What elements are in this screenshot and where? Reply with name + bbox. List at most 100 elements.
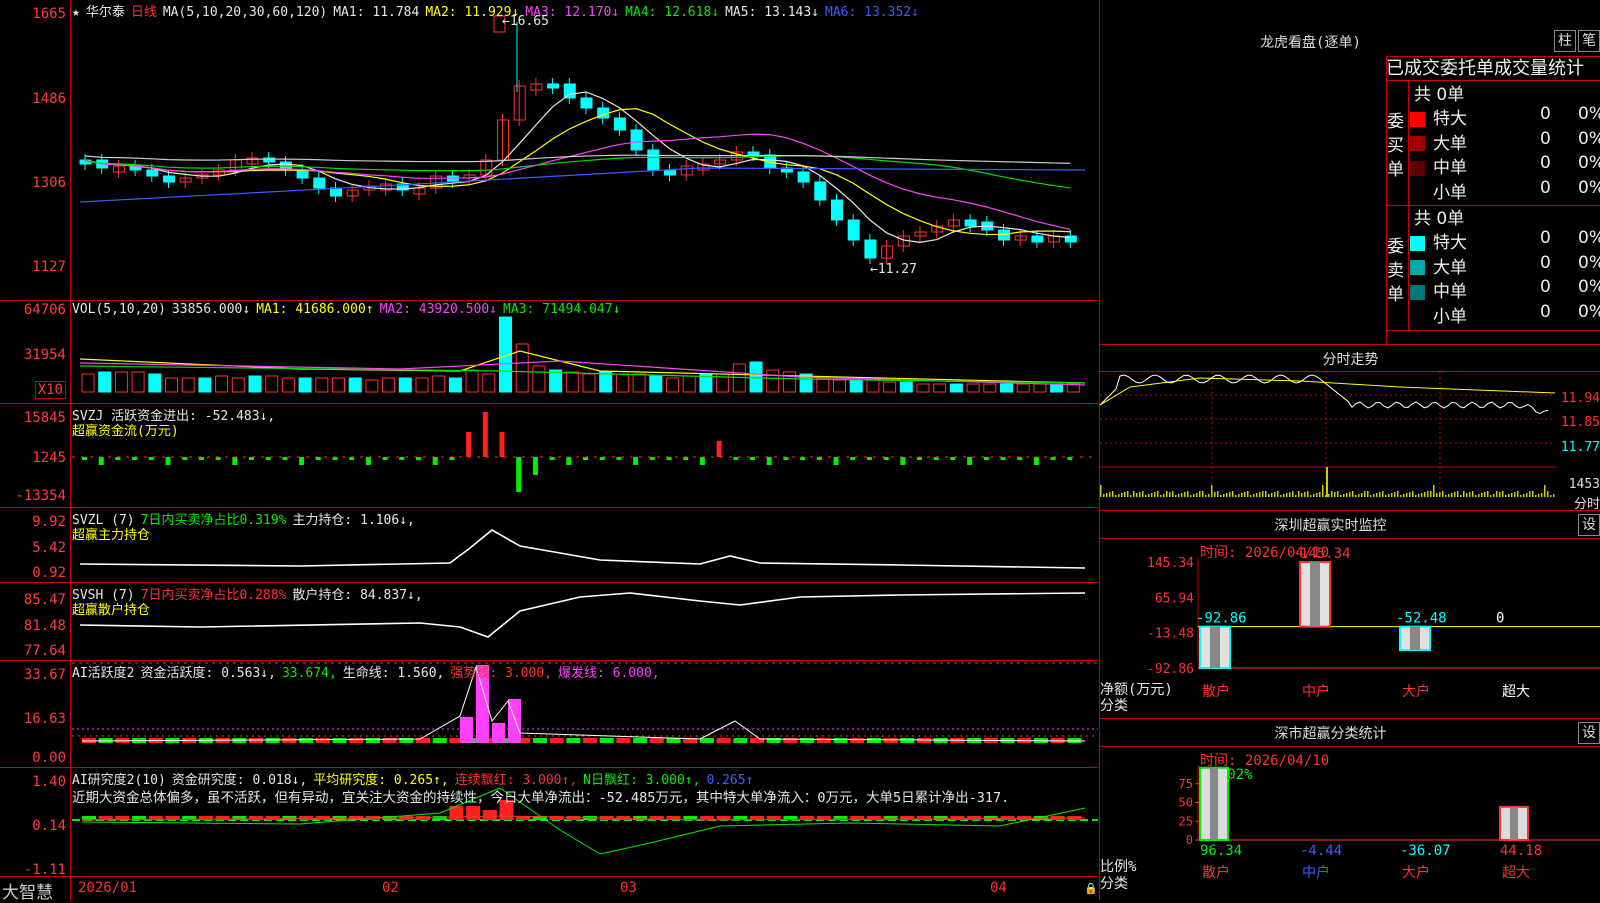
activity-bar — [850, 738, 865, 743]
intraday-vol-bar — [1454, 492, 1456, 497]
bar-mode-button[interactable]: 柱 — [1554, 30, 1576, 52]
sell-label: 中单 — [1433, 282, 1467, 302]
kline-panel[interactable]: 1665 1486 1306 1127 ★ 华尔泰 日线 MA(5,10,20,30,… — [0, 0, 1098, 301]
sz-monitor-panel[interactable]: 深圳超赢实时监控 设 时间: 2026/04/10 145.34 65.94 -13… — [1099, 511, 1600, 719]
intraday-vol-bar — [1274, 492, 1276, 497]
sell-label: 大单 — [1433, 257, 1467, 278]
intraday-vol-bar — [1121, 493, 1123, 497]
sz-value-label: -52.48 — [1396, 611, 1447, 627]
y-tick-label: 0 — [1186, 833, 1193, 847]
intraday-vol-tick: 1453 — [1568, 477, 1600, 492]
vol-params: VOL(5,10,20) — [72, 302, 166, 317]
activity-bar — [566, 738, 581, 743]
intraday-vol-bar — [1526, 493, 1528, 497]
svzl-panel[interactable]: 9.92 5.42 0.92 SVZL (7) 7日内买卖净占比0.319% 主力持… — [0, 508, 1098, 583]
flow-bar — [733, 457, 739, 460]
intraday-vol-bar — [1169, 492, 1171, 497]
sell-row: 中单 0 0% — [1410, 277, 1600, 302]
intraday-vol-bar — [1115, 495, 1117, 497]
research-bar — [967, 816, 982, 820]
volume-bar — [198, 377, 212, 393]
activity-bar — [800, 738, 815, 743]
ai-commentary: 近期大资金总体偏多，虽不活跃，但有异动，宜关注大资金的持续性，今日大单净流出：-… — [72, 790, 1010, 806]
buy-count: 0 — [1540, 104, 1551, 124]
tick-mode-button[interactable]: 笔 — [1578, 30, 1600, 52]
activity-bar — [332, 738, 347, 743]
intraday-vol-bar — [1403, 494, 1405, 497]
sz-class-chart[interactable]: 75 50 25 0 96.34 散户 -4.44 中户 -36.07 大户 44.18 超大 — [1100, 719, 1600, 900]
candle-body — [964, 219, 977, 227]
intraday-vol-bar — [1358, 494, 1360, 497]
candle-body — [664, 169, 676, 176]
intraday-vol-bar — [1142, 491, 1144, 497]
sz-class-panel[interactable]: 深市超赢分类统计 设 时间: 2026/04/10 -0.02% 7550250… — [1099, 719, 1600, 900]
intraday-vol-bar — [1445, 495, 1447, 497]
flow-bar — [566, 457, 572, 465]
volume-bar — [1000, 383, 1013, 393]
svzj-subtitle: 超赢资金流(万元) — [72, 424, 179, 439]
volume-bar — [482, 373, 496, 393]
intraday-vol-bar — [1130, 495, 1132, 497]
ai-research-panel[interactable]: 1.40 0.14 -1.11 AI研究度2(10) 资金研究度: 0.018↓,… — [0, 768, 1098, 878]
dragon-tiger-title: 龙虎看盘(逐单) — [1260, 35, 1361, 51]
volume-bar — [1016, 383, 1030, 393]
intraday-vol-bar — [1205, 495, 1207, 497]
flow-bar — [382, 457, 388, 460]
class-value-label: 44.18 — [1500, 843, 1542, 859]
volume-panel[interactable]: 64706 31954 X10 VOL(5,10,20) 33856.000↓ MA… — [0, 301, 1098, 404]
intraday-vol-bar — [1469, 492, 1471, 497]
volume-bar — [348, 377, 362, 393]
candle-body — [647, 149, 660, 171]
buy-swatch — [1410, 185, 1425, 200]
intraday-vol-bar — [1514, 492, 1516, 497]
sz-value-label: 145.34 — [1300, 546, 1351, 562]
sz-value-label: -92.86 — [1196, 611, 1247, 627]
svsh-panel[interactable]: 85.47 81.48 77.64 SVSH (7) 7日内买卖净占比0.288%… — [0, 583, 1098, 661]
intraday-vol-bar — [1349, 492, 1351, 497]
intraday-vol-bar — [1331, 491, 1333, 497]
period-label[interactable]: 日线 — [131, 5, 157, 20]
intraday-vol-bar — [1316, 493, 1318, 497]
sell-pct: 0% — [1578, 277, 1600, 297]
volume-bar — [315, 377, 329, 393]
volume-bar — [448, 377, 462, 393]
intraday-vol-bar — [1418, 494, 1420, 497]
candle-body — [313, 177, 326, 189]
intraday-vol-bar — [1478, 494, 1480, 497]
intraday-vol-bar — [1283, 494, 1285, 497]
intraday-vol-bar — [1535, 495, 1537, 497]
intraday-chart[interactable] — [1100, 345, 1600, 511]
lock-icon[interactable]: 🔒 — [1084, 882, 1098, 895]
intraday-vol-bar — [1217, 491, 1219, 497]
flow-bar — [516, 457, 522, 492]
intraday-vol-bar — [1292, 491, 1294, 497]
intraday-panel[interactable]: 分时走势 11.94 11.85 11.77 1453 分时 — [1099, 345, 1600, 512]
intraday-vol-bar — [1226, 493, 1228, 497]
intraday-vol-bar — [1310, 495, 1312, 497]
research-bar — [950, 816, 965, 820]
sz-monitor-chart[interactable]: 145.3465.94-13.48-92.86-92.86散户145.34中户-… — [1100, 511, 1600, 719]
intraday-vol-bar — [1505, 495, 1507, 497]
candlestick-chart[interactable] — [0, 0, 1098, 300]
intraday-vol-bar — [1271, 493, 1273, 497]
svzj-panel[interactable]: 15845 1245 -13354 SVZJ 活跃资金进出: -52.483↓,… — [0, 404, 1098, 508]
ai-active-panel[interactable]: 33.67 16.63 0.00 AI活跃度2 资金活跃度: 0.563↓, 33.… — [0, 661, 1098, 768]
intraday-vol-bar — [1253, 494, 1255, 497]
intraday-vol-bar — [1490, 495, 1492, 497]
flow-bar — [165, 457, 171, 465]
buy-row: 特大 0 0% — [1410, 104, 1600, 129]
volume-bar — [549, 369, 563, 393]
flow-bar — [482, 412, 488, 457]
research-bar — [917, 816, 931, 820]
y-tick-label: -13.48 — [1147, 627, 1194, 642]
volume-bar — [415, 377, 429, 393]
intraday-vol-bar — [1160, 495, 1162, 497]
intraday-vol-bar — [1523, 494, 1525, 497]
flow-bar — [299, 457, 305, 465]
sz-class-xlabel: 分类 — [1100, 876, 1128, 892]
y-tick-label: -92.86 — [1147, 662, 1194, 677]
volume-bar — [332, 377, 345, 393]
volume-bar — [231, 377, 245, 393]
flow-bar — [265, 457, 271, 460]
research-bar — [82, 816, 96, 820]
